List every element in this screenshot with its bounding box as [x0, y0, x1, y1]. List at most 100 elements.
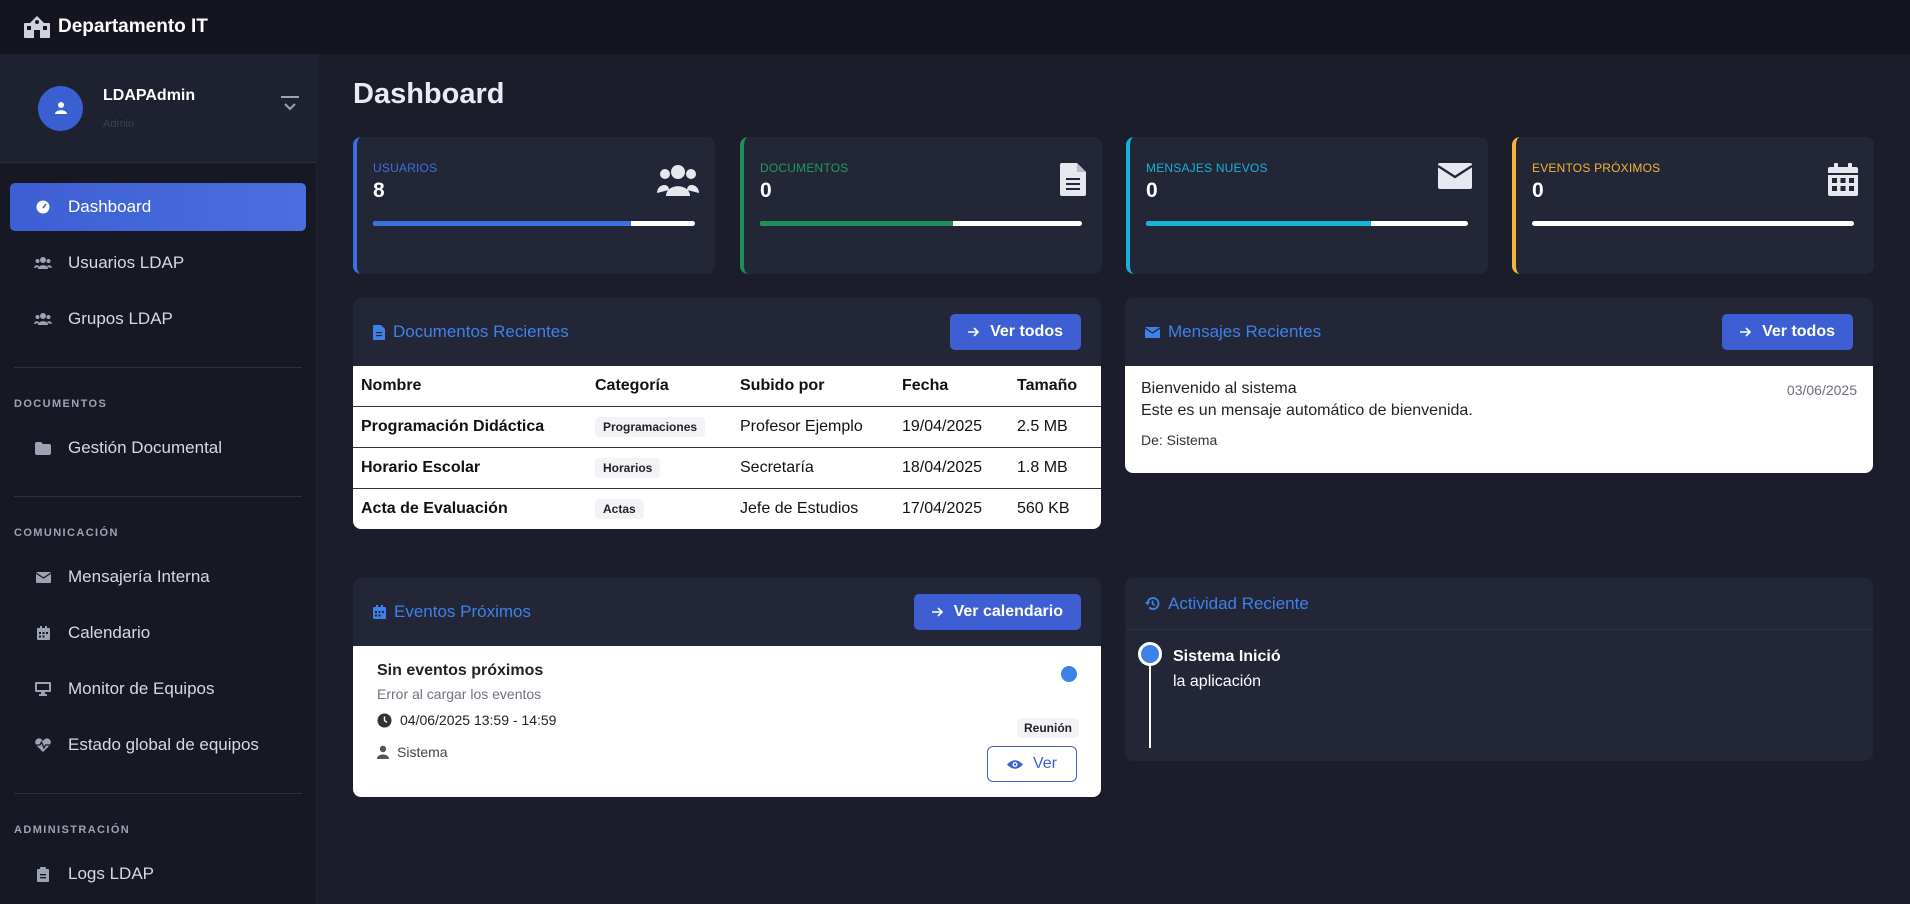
table-row[interactable]: Horario Escolar Horarios Secretaría 18/0…	[353, 447, 1101, 489]
sidebar-item-logs-ldap[interactable]: Logs LDAP	[10, 850, 306, 898]
cell-name: Acta de Evaluación	[361, 499, 508, 517]
stat-card-eventos: EVENTOS PRÓXIMOS 0	[1512, 137, 1874, 274]
sidebar-item-monitor-equipos[interactable]: Monitor de Equipos	[10, 665, 306, 713]
cell-uploader: Profesor Ejemplo	[732, 406, 894, 448]
column-header: Tamaño	[1009, 366, 1101, 407]
progress-fill	[373, 221, 631, 226]
user-panel: LDAPAdmin Admin	[0, 54, 316, 163]
sidebar-item-calendario[interactable]: Calendario	[10, 609, 306, 657]
category-badge: Actas	[595, 498, 644, 519]
column-header: Categoría	[587, 366, 732, 407]
sidebar-item-label: Calendario	[68, 623, 151, 642]
table-row[interactable]: Acta de Evaluación Actas Jefe de Estudio…	[353, 488, 1101, 529]
category-badge: Horarios	[595, 457, 661, 478]
clipboard-icon	[34, 865, 52, 883]
section-title: ADMINISTRACIÓN	[14, 824, 131, 836]
stat-value: 0	[760, 179, 772, 202]
sidebar-item-gestion-documental[interactable]: Gestión Documental	[10, 424, 306, 472]
card-header: Actividad Reciente	[1125, 578, 1873, 629]
column-header: Fecha	[894, 366, 1009, 407]
recent-messages-card: Mensajes Recientes Ver todos Bienvenido …	[1125, 298, 1873, 473]
clock-icon	[377, 713, 392, 727]
cell-date: 17/04/2025	[902, 499, 983, 517]
stat-value: 8	[373, 179, 385, 202]
card-title: Documentos Recientes	[373, 322, 569, 342]
cell-category: Actas	[587, 488, 732, 529]
sidebar-item-dashboard[interactable]: Dashboard	[10, 183, 306, 231]
history-icon	[1145, 596, 1160, 611]
card-title-text: Documentos Recientes	[393, 322, 569, 341]
user-icon	[377, 745, 389, 759]
envelope-icon	[1145, 326, 1160, 338]
event-type-badge: Reunión	[1017, 718, 1079, 738]
calendar-icon	[373, 605, 386, 619]
folder-icon	[34, 439, 52, 457]
view-all-documents-button[interactable]: Ver todos	[950, 314, 1081, 350]
cell-size: 2.5 MB	[1009, 406, 1101, 448]
arrow-right-icon	[931, 607, 944, 617]
event-user: Sistema	[377, 744, 1077, 760]
upcoming-events-card: Eventos Próximos Ver calendario Sin even…	[353, 578, 1101, 797]
activity-strong: Sistema Inició	[1173, 648, 1281, 665]
button-label: Ver calendario	[953, 603, 1063, 620]
sidebar-item-estado-global[interactable]: Estado global de equipos	[10, 721, 306, 769]
divider	[14, 367, 302, 368]
recent-documents-card: Documentos Recientes Ver todos Nombre Ca…	[353, 298, 1101, 529]
documents-table: Nombre Categoría Subido por Fecha Tamaño…	[353, 366, 1101, 529]
view-all-messages-button[interactable]: Ver todos	[1722, 314, 1853, 350]
card-title-text: Eventos Próximos	[394, 602, 531, 621]
progress-fill	[1146, 221, 1372, 226]
sidebar-item-label: Monitor de Equipos	[68, 679, 215, 698]
stat-label: USUARIOS	[373, 161, 438, 175]
user-name: LDAPAdmin	[103, 87, 196, 104]
event-item: Sin eventos próximos Error al cargar los…	[353, 646, 1101, 797]
page-title: Dashboard	[353, 78, 505, 110]
progress-bar	[373, 221, 695, 226]
file-icon	[1060, 163, 1086, 196]
stat-card-documentos: DOCUMENTOS 0	[740, 137, 1102, 274]
user-icon	[54, 102, 67, 114]
cell-name: Horario Escolar	[353, 447, 587, 489]
event-time-text: 04/06/2025 13:59 - 14:59	[400, 712, 557, 728]
sidebar-item-label: Logs LDAP	[68, 864, 154, 883]
section-title: DOCUMENTOS	[14, 398, 108, 410]
table-row[interactable]: Programación Didáctica Programaciones Pr…	[353, 406, 1101, 448]
activity-text: la aplicación	[1173, 673, 1262, 690]
sidebar-item-label: Gestión Documental	[68, 438, 223, 457]
activity-timeline: Sistema Inició la aplicación	[1125, 629, 1873, 761]
cell-size: 1.8 MB	[1009, 447, 1101, 489]
top-bar: Departamento IT	[0, 0, 1910, 54]
avatar	[38, 85, 83, 131]
cell-uploader: Jefe de Estudios	[740, 499, 859, 517]
recent-activity-card: Actividad Reciente Sistema Inició la apl…	[1125, 578, 1873, 761]
cell-category: Horarios	[587, 447, 732, 489]
column-header: Nombre	[353, 366, 587, 407]
cell-date: 18/04/2025	[894, 447, 1009, 489]
sidebar-item-mensajeria[interactable]: Mensajería Interna	[10, 553, 306, 601]
cell-date: 19/04/2025	[894, 406, 1009, 448]
sidebar-nav: Dashboard Usuarios LDAP Grupos LDAP DOCU…	[0, 163, 316, 898]
file-icon	[373, 324, 385, 340]
users-icon	[657, 165, 699, 196]
chevron-down-icon[interactable]	[278, 92, 302, 116]
event-user-text: Sistema	[397, 744, 448, 760]
app-title[interactable]: Departamento IT	[58, 16, 208, 38]
view-event-button[interactable]: Ver	[987, 746, 1077, 782]
arrow-right-icon	[1740, 327, 1752, 337]
progress-bar	[1146, 221, 1468, 226]
school-icon	[24, 16, 50, 38]
sidebar-item-usuarios-ldap[interactable]: Usuarios LDAP	[10, 239, 306, 287]
view-calendar-button[interactable]: Ver calendario	[913, 594, 1081, 630]
button-label: Ver todos	[1762, 323, 1835, 340]
sidebar: LDAPAdmin Admin Dashboard Usuarios LDAP …	[0, 54, 317, 904]
column-header: Subido por	[732, 366, 894, 407]
cell-uploader: Secretaría	[732, 447, 894, 489]
message-item[interactable]: Bienvenido al sistema 03/06/2025 Este es…	[1125, 366, 1873, 473]
calendar-icon	[1828, 163, 1858, 196]
card-title: Actividad Reciente	[1145, 594, 1309, 614]
sidebar-item-label: Dashboard	[68, 197, 152, 216]
message-date: 03/06/2025	[1786, 382, 1857, 398]
sidebar-item-grupos-ldap[interactable]: Grupos LDAP	[10, 295, 306, 343]
cell-size: 560 KB	[1017, 499, 1070, 517]
stat-card-usuarios: USUARIOS 8	[353, 137, 715, 274]
